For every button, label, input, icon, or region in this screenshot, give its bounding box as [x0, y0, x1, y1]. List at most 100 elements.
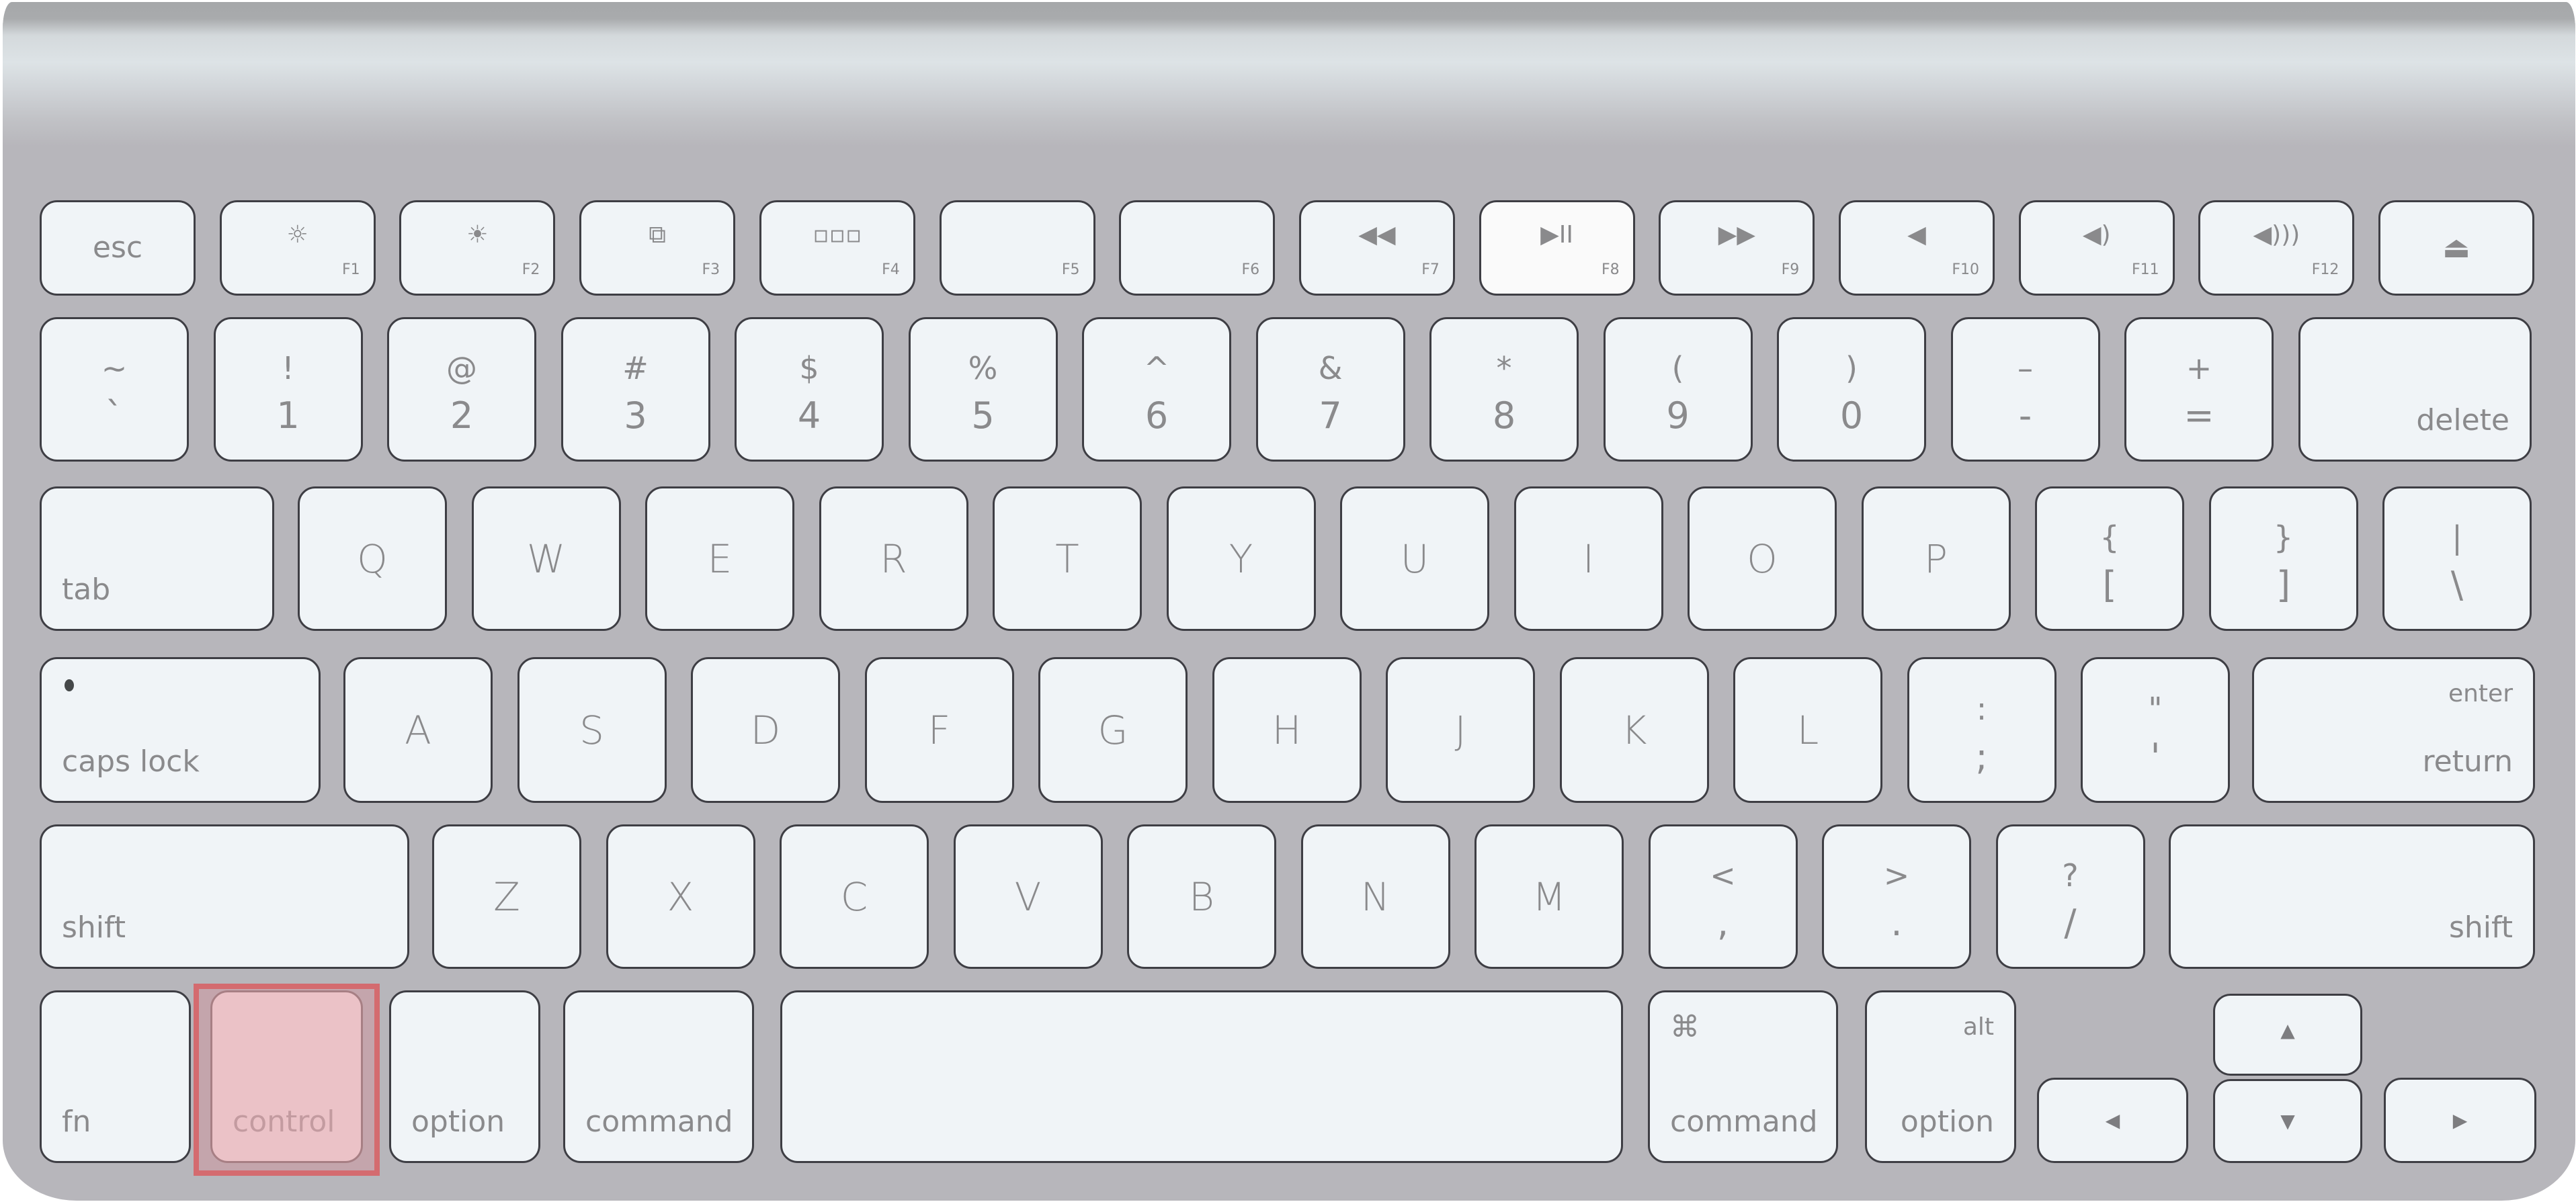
key-label: fn: [62, 1105, 91, 1139]
key-0[interactable]: ) 0: [1777, 317, 1926, 462]
key-t[interactable]: T: [993, 486, 1142, 631]
key-base-legend: 5: [971, 394, 995, 437]
key-lbracket[interactable]: {[: [2035, 486, 2184, 631]
key-p[interactable]: P: [1861, 486, 2011, 631]
key-f7[interactable]: ◀◀ F7: [1298, 200, 1455, 296]
key-caps-lock[interactable]: caps lock: [40, 657, 321, 803]
highlight-box-control: [194, 984, 380, 1176]
key-esc[interactable]: esc: [40, 200, 196, 296]
key-base-legend: 1: [276, 394, 300, 437]
key-f6[interactable]: F6: [1119, 200, 1276, 296]
function-number-label: F6: [1241, 261, 1260, 278]
key-fn[interactable]: fn: [40, 990, 191, 1163]
key-i[interactable]: I: [1513, 486, 1663, 631]
key-f10[interactable]: ◀ F10: [1839, 200, 1995, 296]
key-u[interactable]: U: [1340, 486, 1489, 631]
key-shift-legend: :: [1976, 690, 1987, 727]
key-8[interactable]: * 8: [1429, 317, 1579, 462]
key-1[interactable]: ! 1: [213, 317, 363, 462]
key-shift-legend: ?: [2062, 857, 2079, 894]
key-6[interactable]: ^ 6: [1082, 317, 1231, 462]
key-z[interactable]: Z: [432, 824, 581, 969]
key-arrow-down[interactable]: ▼: [2213, 1079, 2362, 1163]
key-arrow-up[interactable]: ▲: [2213, 994, 2362, 1076]
key-f5[interactable]: F5: [939, 200, 1095, 296]
key-m[interactable]: M: [1474, 824, 1624, 969]
key-period[interactable]: >.: [1822, 824, 1971, 969]
key-5[interactable]: % 5: [908, 317, 1058, 462]
key-f2[interactable]: ☀ F2: [399, 200, 556, 296]
key-base-legend: ]: [2276, 564, 2291, 607]
function-number-label: F5: [1061, 261, 1080, 278]
key-j[interactable]: J: [1386, 657, 1535, 803]
key-letter: C: [840, 873, 868, 920]
key-letter: Q: [357, 535, 388, 582]
key-shift-legend: *: [1496, 350, 1512, 387]
key-slash[interactable]: ? /: [1995, 824, 2145, 969]
key-f9[interactable]: ▶▶ F9: [1659, 200, 1815, 296]
key-backtick[interactable]: ~ `: [40, 317, 189, 462]
key-4[interactable]: $4: [735, 317, 884, 462]
key-g[interactable]: G: [1038, 657, 1188, 803]
play-pause-icon: ▶II: [1540, 220, 1574, 249]
key-eject[interactable]: ⏏: [2378, 200, 2535, 296]
key-rbracket[interactable]: }]: [2208, 486, 2358, 631]
key-f11[interactable]: ◀) F11: [2018, 200, 2175, 296]
key-v[interactable]: V: [953, 824, 1103, 969]
key-a[interactable]: A: [343, 657, 493, 803]
key-s[interactable]: S: [517, 657, 667, 803]
key-left-option[interactable]: option: [389, 990, 540, 1163]
key-equals[interactable]: + =: [2124, 317, 2274, 462]
key-o[interactable]: O: [1688, 486, 1837, 631]
key-minus[interactable]: – -: [1950, 317, 2100, 462]
key-return[interactable]: enter return: [2252, 657, 2535, 803]
key-space[interactable]: [780, 990, 1623, 1163]
key-h[interactable]: H: [1212, 657, 1362, 803]
key-f12[interactable]: ◀))) F12: [2198, 200, 2355, 296]
key-2[interactable]: @2: [387, 317, 536, 462]
key-x[interactable]: X: [606, 824, 755, 969]
key-letter: Y: [1229, 535, 1253, 582]
key-r[interactable]: R: [819, 486, 968, 631]
key-f[interactable]: F: [864, 657, 1014, 803]
key-tab[interactable]: tab: [40, 486, 274, 631]
key-comma[interactable]: <,: [1648, 824, 1798, 969]
keyboard-top-bezel: [3, 2, 2575, 150]
key-letter: R: [880, 535, 907, 582]
key-l[interactable]: L: [1733, 657, 1882, 803]
key-f8[interactable]: ▶II F8: [1479, 200, 1635, 296]
key-q[interactable]: Q: [298, 486, 447, 631]
key-arrow-left[interactable]: ◀: [2037, 1078, 2188, 1163]
key-y[interactable]: Y: [1166, 486, 1316, 631]
key-b[interactable]: B: [1127, 824, 1276, 969]
key-left-shift[interactable]: shift: [40, 824, 409, 969]
key-3[interactable]: #3: [560, 317, 710, 462]
key-f3[interactable]: ⧉ F3: [579, 200, 736, 296]
key-n[interactable]: N: [1300, 824, 1450, 969]
key-label: command: [585, 1105, 733, 1139]
key-delete[interactable]: delete: [2298, 317, 2532, 462]
key-right-shift[interactable]: shift: [2169, 824, 2535, 969]
key-9[interactable]: (9: [1603, 317, 1753, 462]
key-right-command[interactable]: ⌘ command: [1648, 990, 1838, 1163]
brightness-up-icon: ☀: [466, 220, 489, 249]
key-c[interactable]: C: [780, 824, 929, 969]
key-w[interactable]: W: [471, 486, 621, 631]
key-7[interactable]: & 7: [1255, 317, 1405, 462]
key-base-legend: .: [1891, 902, 1903, 945]
key-d[interactable]: D: [691, 657, 840, 803]
key-quote[interactable]: " ': [2081, 657, 2230, 803]
key-backslash[interactable]: | \: [2382, 486, 2532, 631]
key-e[interactable]: E: [645, 486, 794, 631]
highlight-fill: [199, 989, 374, 1170]
key-left-command[interactable]: command: [563, 990, 754, 1163]
key-k[interactable]: K: [1559, 657, 1709, 803]
key-arrow-right[interactable]: ▶: [2384, 1078, 2536, 1163]
key-semicolon[interactable]: :;: [1907, 657, 2056, 803]
key-base-legend: =: [2184, 394, 2214, 437]
arrow-down-icon: ▼: [2280, 1109, 2295, 1132]
key-f4[interactable]: ▫▫▫ F4: [759, 200, 915, 296]
key-right-option[interactable]: alt option: [1865, 990, 2016, 1163]
key-base-legend: ,: [1716, 902, 1729, 945]
key-f1[interactable]: ☼ F1: [219, 200, 376, 296]
